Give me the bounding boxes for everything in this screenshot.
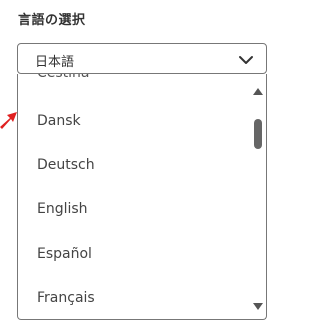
scroll-thumb[interactable] [254,119,262,149]
triangle-down-icon[interactable] [253,303,263,310]
language-selector-panel: 言語の選択 日本語 Čeština Dansk Deutsch English … [0,0,280,326]
list-item-english[interactable]: English [37,200,88,218]
red-arrow-icon [0,108,18,130]
language-options-list[interactable]: Čeština Dansk Deutsch English Español Fr… [17,74,267,320]
list-item-espanol[interactable]: Español [37,245,92,263]
language-select[interactable]: 日本語 [17,43,267,74]
triangle-up-icon[interactable] [253,88,263,95]
list-scrollbar[interactable] [250,74,266,319]
list-item-dansk[interactable]: Dansk [37,112,81,130]
language-select-heading: 言語の選択 [18,13,86,28]
list-item-cestina[interactable]: Čeština [37,74,90,82]
list-item-deutsch[interactable]: Deutsch [37,156,95,174]
chevron-down-icon[interactable] [238,52,254,66]
selected-language-value: 日本語 [35,55,75,70]
list-item-francais[interactable]: Français [37,289,95,307]
